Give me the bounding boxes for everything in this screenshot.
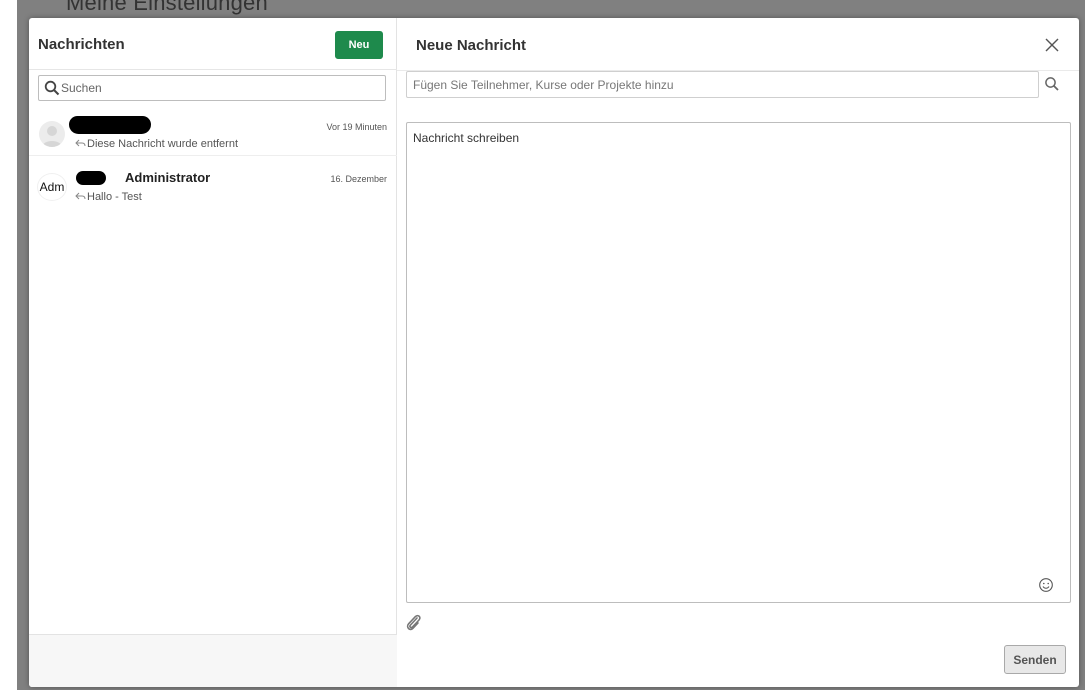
compose-title: Neue Nachricht — [416, 37, 527, 54]
conversation-preview: Diese Nachricht wurde entfernt — [75, 138, 238, 150]
conversation-preview-text: Hallo - Test — [87, 191, 142, 203]
conversation-item[interactable]: Vor 19 Minuten Diese Nachricht wurde ent… — [29, 114, 397, 156]
reply-icon — [75, 139, 86, 147]
reply-icon — [75, 192, 86, 200]
conversation-preview: Hallo - Test — [75, 191, 142, 203]
redacted-name — [76, 171, 106, 185]
send-button[interactable]: Senden — [1004, 645, 1066, 674]
conversation-time: 16. Dezember — [330, 174, 387, 184]
user-placeholder-icon — [39, 121, 65, 147]
recipients-input[interactable] — [406, 71, 1039, 98]
paperclip-icon[interactable] — [405, 613, 423, 633]
message-textarea[interactable] — [406, 122, 1071, 603]
search-input[interactable] — [61, 76, 381, 100]
conversation-name: Administrator — [125, 170, 211, 185]
conversation-time: Vor 19 Minuten — [326, 122, 387, 132]
conversation-preview-text: Diese Nachricht wurde entfernt — [87, 138, 239, 150]
redacted-name — [69, 116, 151, 134]
close-icon[interactable] — [1042, 35, 1062, 55]
conversation-item[interactable]: Adm Administrator 16. Dezember Hallo - T… — [29, 158, 397, 203]
search-icon — [44, 80, 60, 96]
conversation-list-pane: Nachrichten Neu Vor 19 Minuten — [29, 18, 397, 687]
conversation-list-footer — [29, 634, 397, 687]
conversation-list-header: Nachrichten Neu — [29, 18, 397, 70]
background-page-title: Meine Einstellungen — [66, 0, 268, 15]
emoji-icon[interactable] — [1038, 577, 1054, 593]
avatar: Adm — [37, 173, 67, 201]
search-icon[interactable] — [1044, 76, 1060, 92]
conversation-search — [38, 75, 386, 101]
messages-modal: Nachrichten Neu Vor 19 Minuten — [29, 18, 1079, 687]
conversation-list-title: Nachrichten — [38, 36, 125, 53]
page-left-strip — [0, 0, 17, 690]
new-message-button[interactable]: Neu — [335, 31, 383, 59]
